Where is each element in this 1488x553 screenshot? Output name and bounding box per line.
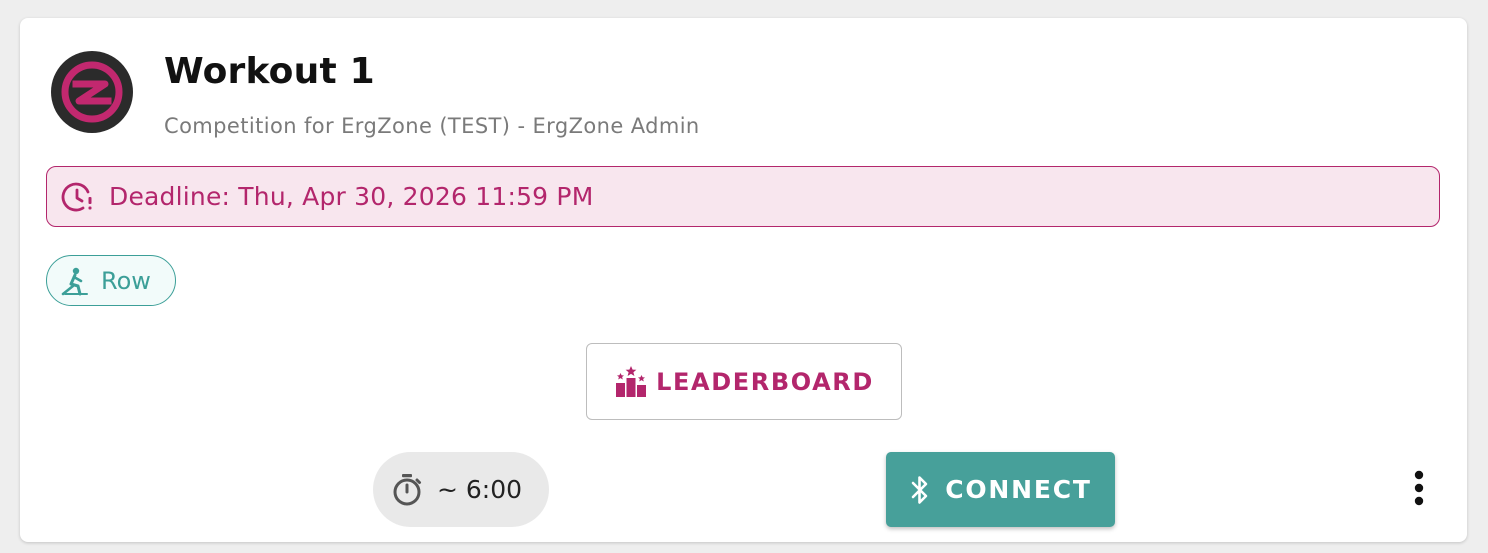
- connect-label: CONNECT: [945, 475, 1092, 504]
- more-options-button[interactable]: [1402, 470, 1436, 510]
- more-vertical-icon: [1414, 470, 1424, 510]
- ergzone-logo-icon: [51, 51, 133, 133]
- workout-title: Workout 1: [164, 51, 375, 92]
- leaderboard-label: LEADERBOARD: [656, 367, 874, 396]
- activity-chip-label: Row: [101, 266, 151, 295]
- rowing-icon: [61, 266, 89, 296]
- duration-text: ~ 6:00: [437, 475, 523, 504]
- deadline-banner: Deadline: Thu, Apr 30, 2026 11:59 PM: [46, 166, 1440, 227]
- deadline-text: Deadline: Thu, Apr 30, 2026 11:59 PM: [109, 182, 594, 211]
- clock-alert-icon: [61, 180, 95, 214]
- timer-icon: [391, 473, 423, 507]
- activity-chip-row[interactable]: Row: [46, 255, 176, 306]
- workout-card: Workout 1 Competition for ErgZone (TEST)…: [20, 18, 1467, 542]
- duration-pill: ~ 6:00: [373, 452, 549, 527]
- workout-subtitle: Competition for ErgZone (TEST) - ErgZone…: [164, 114, 700, 138]
- bluetooth-icon: [909, 475, 931, 505]
- connect-button[interactable]: CONNECT: [886, 452, 1115, 527]
- podium-stars-icon: [614, 365, 648, 398]
- leaderboard-button[interactable]: LEADERBOARD: [586, 343, 902, 420]
